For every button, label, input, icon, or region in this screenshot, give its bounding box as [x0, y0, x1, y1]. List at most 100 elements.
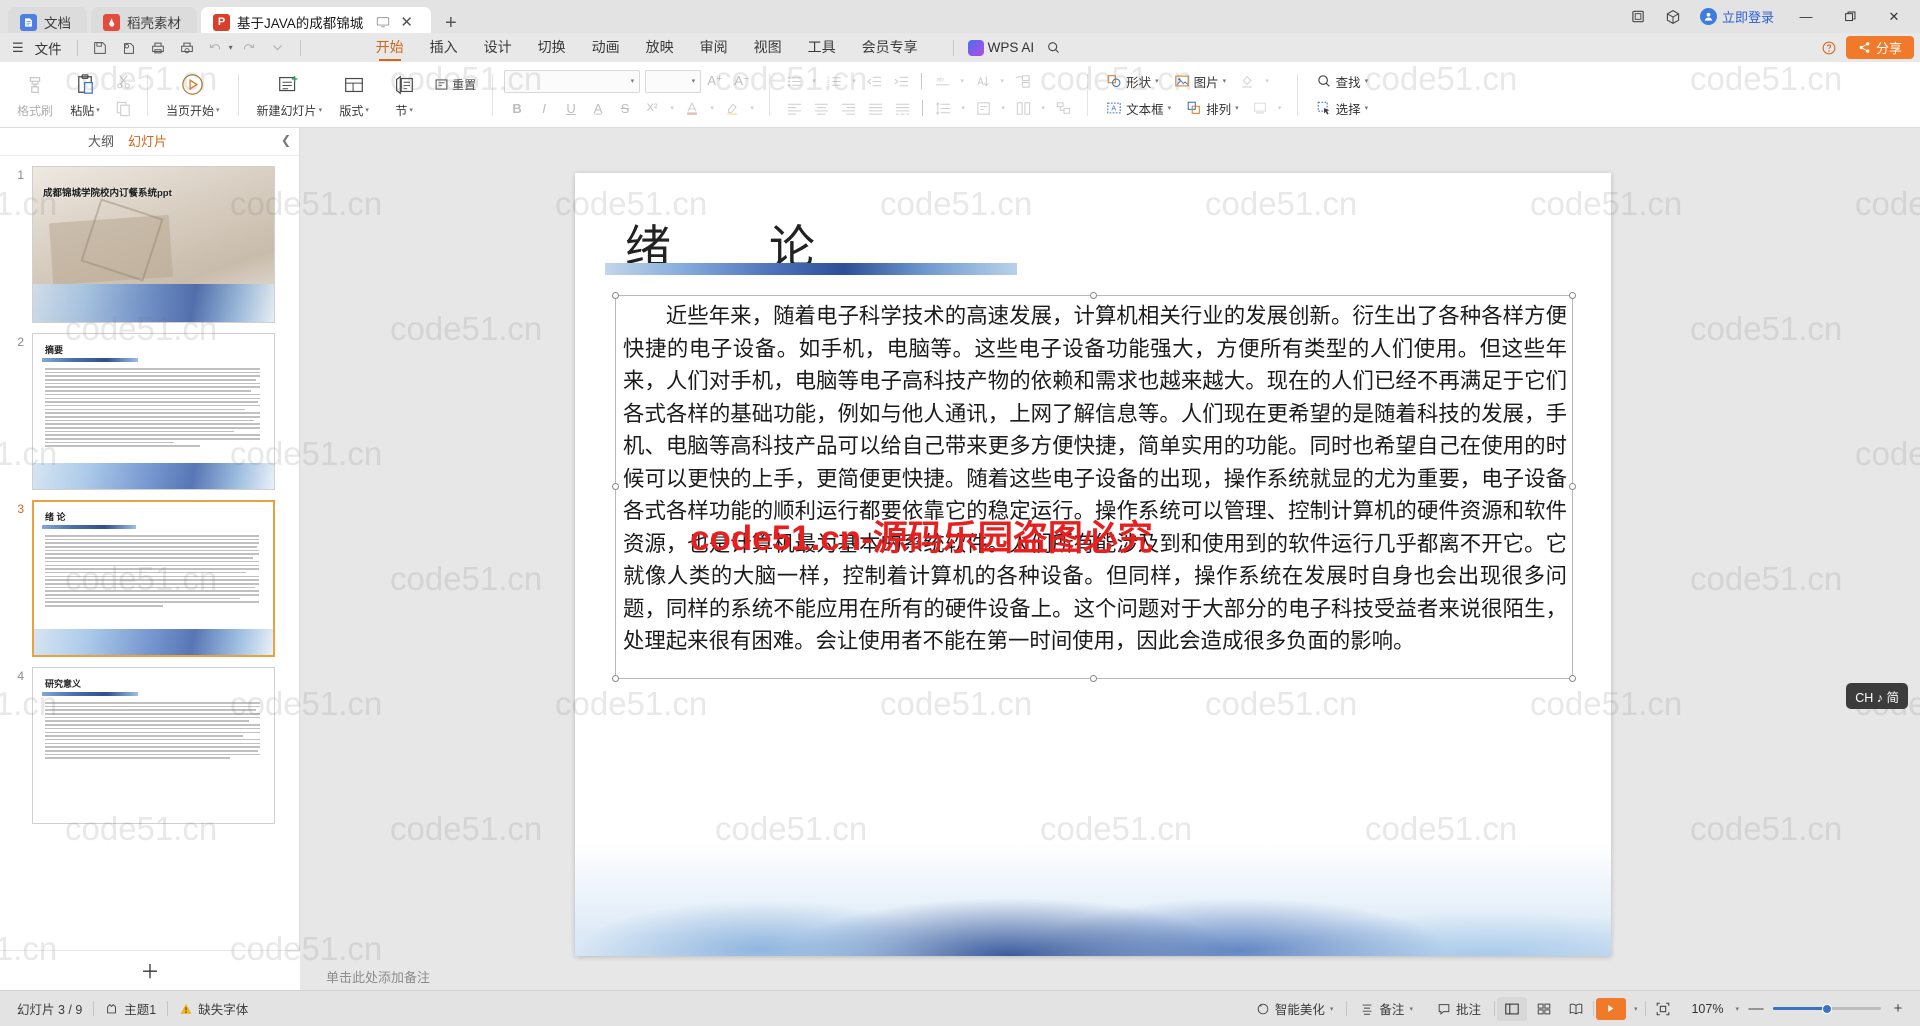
align-text-icon[interactable]: [970, 96, 996, 121]
columns-icon[interactable]: [1010, 96, 1036, 121]
ribbon-tab-membership[interactable]: 会员专享: [849, 33, 931, 62]
share-button[interactable]: 分享: [1845, 36, 1914, 59]
font-size-select[interactable]: ▾: [645, 69, 702, 93]
quick-style-dropdown-caret[interactable]: ▾: [1274, 96, 1286, 121]
select-button[interactable]: 选择 ▾: [1309, 96, 1376, 121]
underline-button[interactable]: U: [558, 96, 584, 121]
present-to-screen-icon[interactable]: [376, 15, 390, 29]
align-left-icon[interactable]: [781, 96, 807, 121]
file-menu-button[interactable]: 文件: [29, 36, 68, 60]
play-slideshow-button[interactable]: [1595, 997, 1626, 1020]
align-text-dropdown-caret[interactable]: ▾: [997, 96, 1009, 121]
bullet-list-icon[interactable]: [781, 69, 807, 94]
ribbon-tab-tools[interactable]: 工具: [795, 33, 849, 62]
menu-hamburger-icon[interactable]: ☰: [10, 40, 26, 56]
layout-button[interactable]: 版式 ▾: [329, 66, 379, 124]
shape-fill-dropdown-caret[interactable]: ▾: [1261, 69, 1273, 94]
close-button[interactable]: ✕: [1872, 1, 1916, 33]
zoom-level-label[interactable]: 107%: [1688, 1002, 1726, 1016]
ribbon-tab-view[interactable]: 视图: [741, 33, 795, 62]
current-slide[interactable]: 绪 论 近些年来，随着电子科学技术的高速发展，计算机相关行业的发展创新。衍生出了…: [575, 173, 1611, 956]
decrease-indent-icon[interactable]: [861, 69, 887, 94]
justify-icon[interactable]: [862, 96, 888, 121]
fit-to-window-icon[interactable]: [1648, 997, 1678, 1021]
convert-to-smartart-icon[interactable]: [1050, 96, 1076, 121]
reset-button[interactable]: 重置: [429, 72, 481, 97]
line-spacing-dropdown-caret[interactable]: ▾: [957, 96, 969, 121]
superscript-button[interactable]: X²: [639, 96, 665, 121]
strikethrough-button[interactable]: S: [612, 96, 638, 121]
numbering-dropdown-caret[interactable]: ▾: [848, 69, 860, 94]
arrange-button[interactable]: 排列 ▾: [1179, 96, 1246, 121]
ribbon-tab-insert[interactable]: 插入: [417, 33, 471, 62]
text-highlight-icon[interactable]: [719, 96, 745, 121]
character-spacing-icon[interactable]: ab: [929, 69, 955, 94]
font-color-dropdown-caret[interactable]: ▾: [706, 96, 718, 121]
slide-sorter-icon[interactable]: [1529, 997, 1559, 1021]
comment-button[interactable]: 批注: [1426, 999, 1492, 1018]
char-spacing-dropdown-caret[interactable]: ▾: [956, 69, 968, 94]
thumbnail-slide-4[interactable]: 研究意义: [32, 667, 275, 824]
cut-icon[interactable]: [110, 69, 136, 94]
thumbnail-row[interactable]: 4 研究意义: [0, 667, 299, 834]
align-center-icon[interactable]: [808, 96, 834, 121]
text-direction-dropdown-caret[interactable]: ▾: [996, 69, 1008, 94]
ribbon-tab-home[interactable]: 开始: [363, 33, 417, 62]
grow-font-icon[interactable]: A⁺: [702, 69, 728, 94]
ribbon-tab-design[interactable]: 设计: [471, 33, 525, 62]
missing-font-warning[interactable]: 缺失字体: [168, 999, 259, 1018]
add-slide-icon[interactable]: ＋: [140, 957, 159, 984]
bullets-dropdown-caret[interactable]: ▾: [808, 69, 820, 94]
thumbnail-slide-3[interactable]: 绪 论: [32, 500, 275, 657]
notes-toggle-button[interactable]: 备注 ▾: [1349, 999, 1424, 1018]
help-icon[interactable]: [1816, 36, 1842, 59]
collapse-panel-icon[interactable]: ❮: [281, 133, 291, 147]
paste-button[interactable]: 粘贴 ▾: [60, 66, 110, 124]
picture-button[interactable]: 图片 ▾: [1167, 69, 1234, 94]
text-shadow-icon[interactable]: A̲: [585, 96, 611, 121]
shapes-button[interactable]: 形状 ▾: [1099, 69, 1166, 94]
start-from-current-slide-button[interactable]: 当页开始 ▾: [159, 66, 227, 124]
tab-slides[interactable]: 幻灯片: [128, 131, 167, 152]
thumbnail-slide-2[interactable]: 摘要: [32, 333, 275, 490]
search-icon[interactable]: [1040, 37, 1066, 59]
zoom-slider[interactable]: [1773, 1003, 1881, 1014]
dual-screen-icon[interactable]: [1622, 2, 1656, 32]
align-right-icon[interactable]: [835, 96, 861, 121]
ime-indicator[interactable]: CH ♪ 简: [1846, 683, 1908, 709]
redo-icon[interactable]: [236, 37, 262, 59]
format-painter-button[interactable]: 格式刷: [10, 66, 60, 124]
bold-button[interactable]: B: [504, 96, 530, 121]
zoom-dropdown-caret[interactable]: ▾: [1735, 1005, 1739, 1013]
print-preview-icon[interactable]: [174, 37, 200, 59]
shrink-font-icon[interactable]: A⁻: [729, 69, 755, 94]
font-family-select[interactable]: ▾: [504, 69, 641, 93]
new-slide-button[interactable]: 新建幻灯片 ▾: [250, 66, 330, 124]
close-tab-icon[interactable]: ✕: [398, 15, 415, 30]
print-icon[interactable]: [145, 37, 171, 59]
highlight-dropdown-caret[interactable]: ▾: [746, 96, 758, 121]
ribbon-tab-review[interactable]: 审阅: [687, 33, 741, 62]
normal-view-icon[interactable]: [1496, 996, 1527, 1021]
columns-dropdown-caret[interactable]: ▾: [1037, 96, 1049, 121]
superscript-dropdown-caret[interactable]: ▾: [666, 96, 678, 121]
textbox-button[interactable]: A 文本框 ▾: [1099, 96, 1178, 121]
undo-dropdown-caret[interactable]: ▾: [229, 43, 233, 52]
zoom-slider-handle[interactable]: [1822, 1003, 1832, 1014]
play-dropdown-caret[interactable]: ▾: [1628, 1005, 1644, 1013]
minimize-button[interactable]: —: [1784, 1, 1828, 33]
text-direction-icon[interactable]: [969, 69, 995, 94]
ribbon-tab-animations[interactable]: 动画: [579, 33, 633, 62]
save-icon[interactable]: [87, 37, 113, 59]
find-button[interactable]: 查找 ▾: [1309, 69, 1376, 94]
shape-fill-icon[interactable]: [1234, 69, 1260, 94]
thumbnail-row[interactable]: 1 成都锦城学院校内订餐系统ppt: [0, 166, 299, 333]
reading-view-icon[interactable]: [1561, 997, 1591, 1021]
notes-pane[interactable]: 单击此处添加备注: [300, 962, 1920, 990]
maximize-button[interactable]: [1828, 1, 1872, 33]
thumbnail-row[interactable]: 3 绪 论: [0, 500, 299, 667]
italic-button[interactable]: I: [531, 96, 557, 121]
tab-outline[interactable]: 大纲: [88, 131, 114, 152]
distribute-icon[interactable]: [889, 96, 915, 121]
wps-ai-button[interactable]: WPS AI: [967, 39, 1034, 56]
